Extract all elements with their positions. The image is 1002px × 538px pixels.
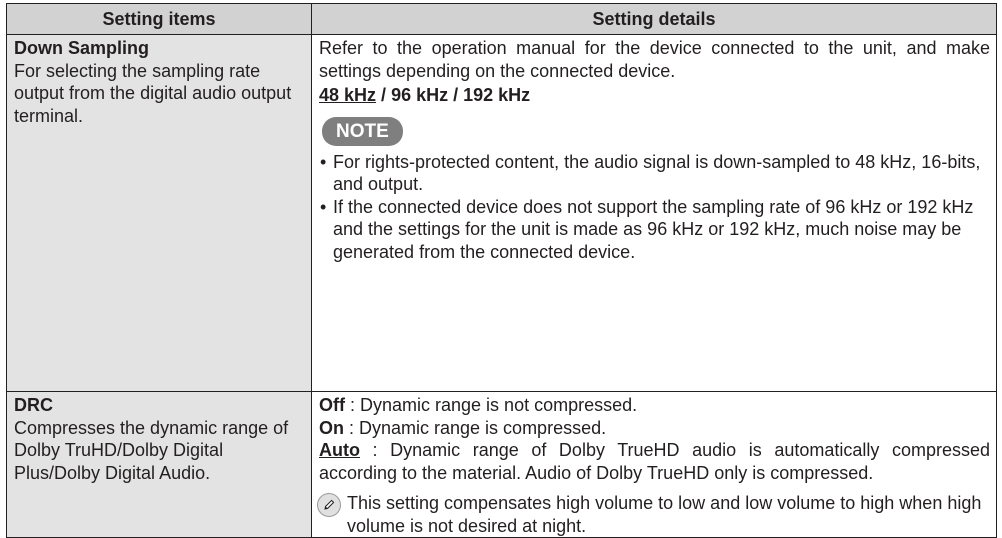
note-badge: NOTE xyxy=(322,116,403,146)
option-list: 48 kHz / 96 kHz / 192 kHz xyxy=(319,84,990,107)
choice-desc: : Dynamic range of Dolby TrueHD audio is… xyxy=(319,440,990,483)
table-header-row: Setting items Setting details xyxy=(6,3,997,35)
option-separator: / xyxy=(376,85,392,105)
memo-text: This setting compensates high volume to … xyxy=(347,493,982,536)
option-192khz: 192 kHz xyxy=(463,85,531,105)
memo: This setting compensates high volume to … xyxy=(317,492,990,537)
setting-description: Compresses the dynamic range of Dolby Tr… xyxy=(14,417,289,483)
note-text: For rights-protected content, the audio … xyxy=(333,151,981,195)
note-item: • If the connected device does not suppor… xyxy=(319,196,990,264)
choice-off: Off : Dynamic range is not compressed. xyxy=(319,394,990,417)
header-setting-details: Setting details xyxy=(311,3,997,35)
setting-title: DRC xyxy=(14,395,53,415)
setting-item-cell: DRC Compresses the dynamic range of Dolb… xyxy=(6,391,312,538)
choice-name: On xyxy=(319,417,344,438)
choice-auto: Auto : Dynamic range of Dolby TrueHD aud… xyxy=(319,439,990,484)
choice-name: Auto xyxy=(319,440,360,460)
note-list: • For rights-protected content, the audio… xyxy=(319,151,990,264)
pencil-icon xyxy=(317,493,341,517)
setting-title: Down Sampling xyxy=(14,38,149,58)
note-text: If the connected device does not support… xyxy=(333,196,974,262)
setting-detail-cell: Refer to the operation manual for the de… xyxy=(311,34,997,392)
bullet-icon: • xyxy=(320,196,327,217)
choice-name: Off xyxy=(319,395,345,415)
setting-intro: Refer to the operation manual for the de… xyxy=(319,38,990,81)
choice-desc: : Dynamic range is compressed. xyxy=(344,417,607,438)
choice-desc: : Dynamic range is not compressed. xyxy=(345,395,638,415)
setting-description: For selecting the sampling rate output f… xyxy=(14,60,292,126)
settings-table: Setting items Setting details Down Sampl… xyxy=(6,3,997,538)
option-separator: / xyxy=(448,85,464,105)
option-default: 48 kHz xyxy=(319,85,377,105)
bullet-icon: • xyxy=(320,151,327,172)
choice-on: On : Dynamic range is compressed. xyxy=(319,417,990,440)
option-96khz: 96 kHz xyxy=(391,85,449,105)
header-setting-items: Setting items xyxy=(6,3,312,35)
table-row: DRC Compresses the dynamic range of Dolb… xyxy=(6,391,997,538)
setting-detail-cell: Off : Dynamic range is not compressed. O… xyxy=(311,391,997,538)
table-row: Down Sampling For selecting the sampling… xyxy=(6,34,997,392)
setting-item-cell: Down Sampling For selecting the sampling… xyxy=(6,34,312,392)
note-item: • For rights-protected content, the audio… xyxy=(319,151,990,196)
